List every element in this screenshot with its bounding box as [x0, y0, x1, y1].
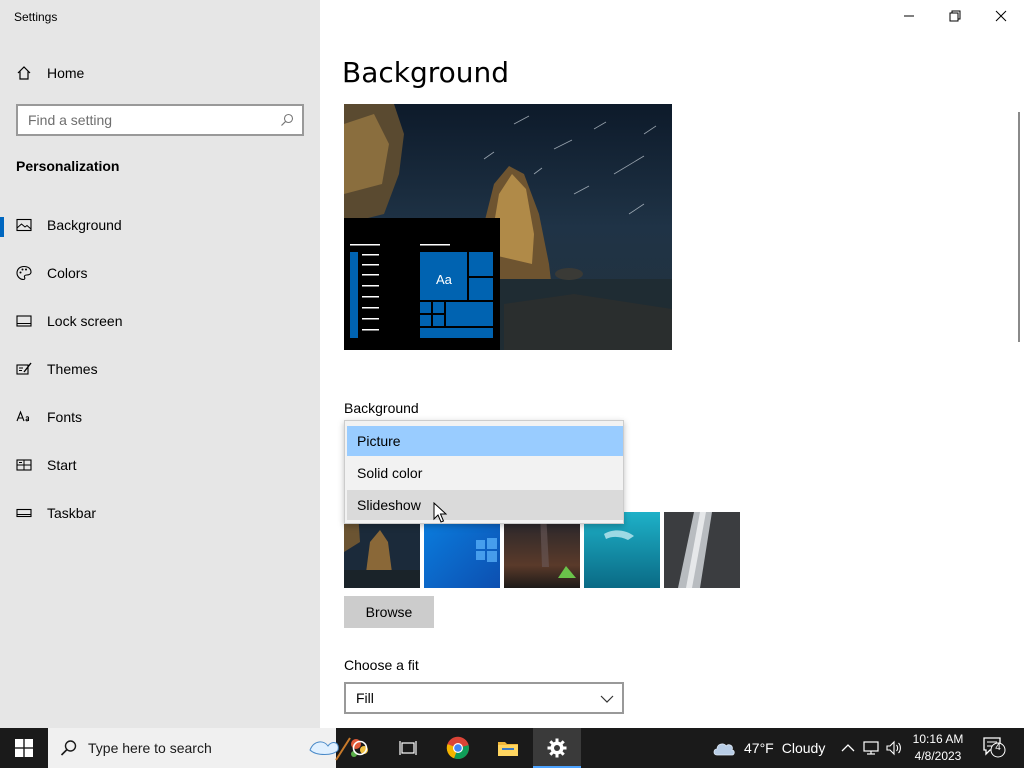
sidebar-item-taskbar[interactable]: Taskbar [0, 493, 320, 533]
start-icon [16, 459, 32, 471]
picture-icon [16, 218, 32, 232]
weather-widget[interactable]: 47°F Cloudy [712, 728, 825, 768]
sidebar-item-fonts[interactable]: Fonts [0, 397, 320, 437]
sidebar-item-lock-screen[interactable]: Lock screen [0, 301, 320, 341]
home-nav-item[interactable]: Home [16, 62, 84, 84]
chrome-taskbar-button[interactable] [434, 728, 482, 768]
taskbar: Type here to search 47°F Cloudy 10:16 AM… [0, 728, 1024, 768]
task-view-button[interactable] [384, 728, 432, 768]
fit-value: Fill [356, 690, 374, 706]
cortana-icon [352, 740, 368, 756]
network-icon[interactable] [863, 740, 879, 756]
background-label: Background [344, 400, 419, 416]
minimize-button[interactable] [886, 0, 932, 32]
chevron-down-icon [600, 695, 614, 703]
palette-icon [16, 265, 32, 281]
clock-date: 4/8/2023 [914, 749, 962, 763]
close-icon [995, 10, 1007, 22]
chrome-icon [446, 736, 469, 760]
sidebar-item-start[interactable]: Start [0, 445, 320, 485]
page-title: Background [342, 56, 510, 89]
notification-count: 4 [995, 742, 1001, 753]
themes-icon [16, 362, 32, 375]
task-view-icon [399, 741, 417, 755]
taskbar-clock[interactable]: 10:16 AM 4/8/2023 [904, 731, 972, 765]
fonts-icon [16, 410, 29, 422]
choose-fit-select[interactable]: Fill [344, 682, 624, 714]
choose-fit-label: Choose a fit [344, 657, 419, 673]
preview-tile-text: Aa [436, 272, 452, 287]
sidebar-item-background[interactable]: Background [0, 205, 320, 245]
sidebar: Settings Home Find a setting Personaliza… [0, 0, 320, 728]
search-icon [60, 740, 77, 756]
desktop-preview: Aa [344, 104, 672, 350]
option-picture[interactable]: Picture [347, 426, 623, 456]
gear-icon [547, 738, 567, 758]
sidebar-item-themes[interactable]: Themes [0, 349, 320, 389]
home-icon [17, 66, 31, 80]
settings-window: Settings Home Find a setting Personaliza… [0, 0, 1024, 728]
cloud-icon [713, 743, 735, 756]
wallpaper-preview-image [344, 104, 672, 350]
file-explorer-taskbar-button[interactable] [484, 728, 532, 768]
search-placeholder: Find a setting [28, 112, 113, 128]
lock-screen-icon [16, 315, 32, 327]
action-center-button[interactable]: 4 [976, 728, 1024, 768]
sidebar-item-label: Start [47, 457, 77, 473]
volume-icon[interactable] [886, 740, 902, 756]
thumbnail-waterfall[interactable] [664, 512, 740, 588]
windows-logo-icon [15, 739, 33, 757]
cortana-button[interactable] [336, 728, 384, 768]
taskbar-search-box[interactable]: Type here to search [48, 728, 368, 768]
restore-icon [949, 10, 961, 22]
sidebar-item-label: Fonts [47, 409, 83, 425]
start-button[interactable] [0, 728, 48, 768]
section-title: Personalization [16, 158, 120, 174]
taskbar-search-text: Type here to search [88, 740, 212, 756]
home-label: Home [47, 65, 85, 81]
search-icon [281, 113, 294, 126]
restore-button[interactable] [932, 0, 978, 32]
weather-condition: Cloudy [781, 740, 826, 756]
settings-taskbar-button[interactable] [533, 728, 581, 768]
close-button[interactable] [978, 0, 1024, 32]
find-setting-search[interactable]: Find a setting [16, 104, 304, 136]
weather-temp: 47°F [744, 740, 774, 756]
sidebar-item-label: Taskbar [47, 505, 97, 521]
chevron-up-icon[interactable] [840, 740, 856, 756]
folder-icon [498, 742, 518, 756]
minimize-icon [904, 15, 914, 17]
mouse-cursor-icon [433, 502, 447, 523]
sidebar-item-label: Lock screen [47, 313, 123, 329]
sidebar-item-label: Background [47, 217, 122, 233]
app-title: Settings [14, 10, 58, 24]
sidebar-item-label: Colors [47, 265, 88, 281]
option-slideshow[interactable]: Slideshow [347, 490, 623, 520]
option-solid-color[interactable]: Solid color [347, 458, 623, 488]
background-type-dropdown[interactable]: Picture Solid color Slideshow [344, 420, 624, 524]
sidebar-item-colors[interactable]: Colors [0, 253, 320, 293]
browse-button[interactable]: Browse [344, 596, 434, 628]
scrollbar[interactable] [1018, 112, 1020, 342]
clock-time: 10:16 AM [912, 732, 964, 746]
taskbar-icon [16, 508, 32, 518]
sidebar-item-label: Themes [47, 361, 98, 377]
